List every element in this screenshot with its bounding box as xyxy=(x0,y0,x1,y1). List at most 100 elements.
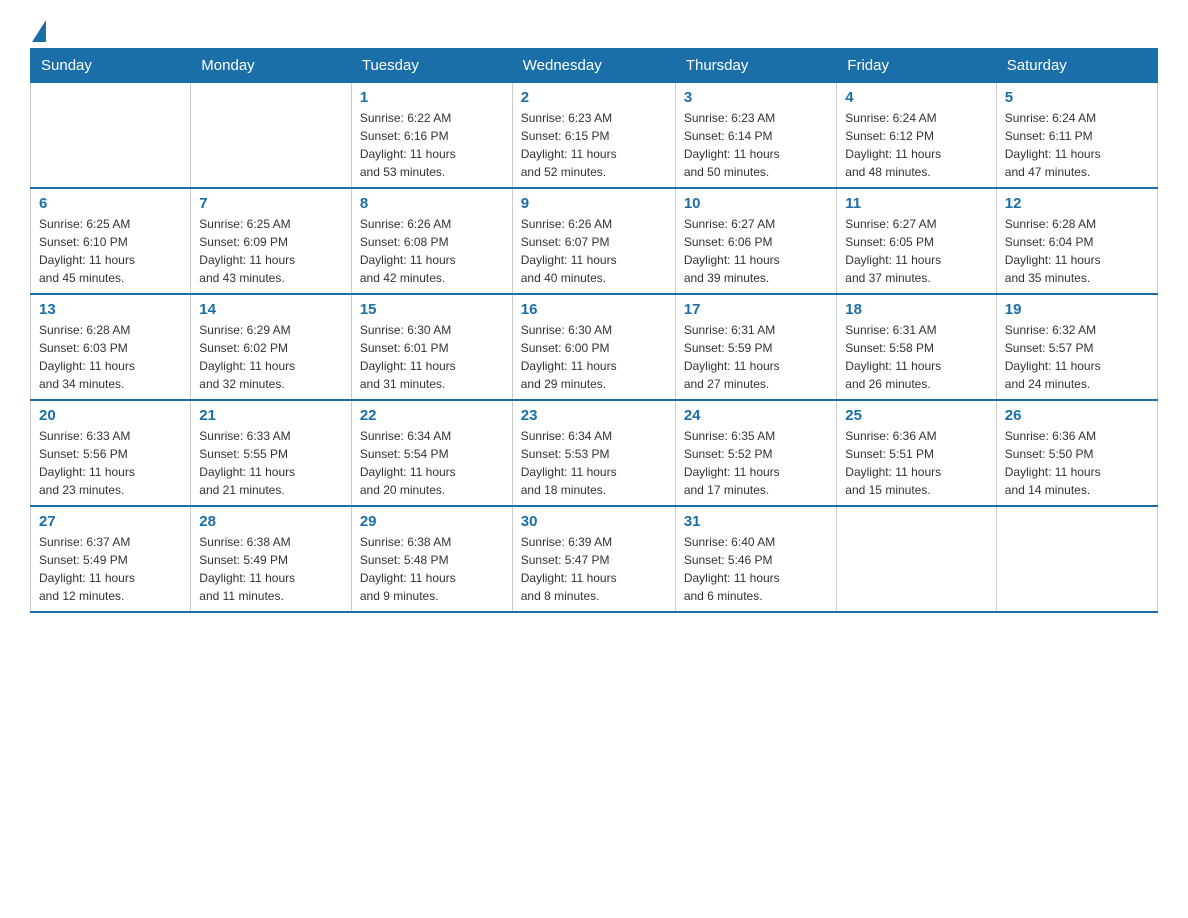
day-number: 3 xyxy=(684,89,828,106)
calendar-day-cell xyxy=(837,506,996,612)
day-number: 15 xyxy=(360,301,504,318)
day-info: Sunrise: 6:31 AMSunset: 5:58 PMDaylight:… xyxy=(845,321,987,393)
logo-triangle-icon xyxy=(32,20,46,42)
day-number: 14 xyxy=(199,301,343,318)
day-number: 11 xyxy=(845,195,987,212)
day-info: Sunrise: 6:39 AMSunset: 5:47 PMDaylight:… xyxy=(521,533,667,605)
calendar-day-cell: 28Sunrise: 6:38 AMSunset: 5:49 PMDayligh… xyxy=(191,506,352,612)
day-info: Sunrise: 6:40 AMSunset: 5:46 PMDaylight:… xyxy=(684,533,828,605)
calendar-day-cell: 5Sunrise: 6:24 AMSunset: 6:11 PMDaylight… xyxy=(996,83,1157,189)
calendar-week-row: 20 Sunrise: 6:33 AMSunset: 5:56 PMDayligh… xyxy=(31,400,1158,506)
calendar-day-cell: 7Sunrise: 6:25 AMSunset: 6:09 PMDaylight… xyxy=(191,188,352,294)
calendar-day-cell: 29 Sunrise: 6:38 AMSunset: 5:48 PMDayligh… xyxy=(351,506,512,612)
day-number: 18 xyxy=(845,301,987,318)
calendar-day-cell: 23 Sunrise: 6:34 AMSunset: 5:53 PMDayligh… xyxy=(512,400,675,506)
calendar-day-cell: 13Sunrise: 6:28 AMSunset: 6:03 PMDayligh… xyxy=(31,294,191,400)
calendar-day-cell: 19 Sunrise: 6:32 AMSunset: 5:57 PMDayligh… xyxy=(996,294,1157,400)
calendar-day-cell: 18 Sunrise: 6:31 AMSunset: 5:58 PMDayligh… xyxy=(837,294,996,400)
day-info: Sunrise: 6:25 AMSunset: 6:10 PMDaylight:… xyxy=(39,215,182,287)
day-info: Sunrise: 6:37 AMSunset: 5:49 PMDaylight:… xyxy=(39,533,182,605)
day-of-week-header: Tuesday xyxy=(351,49,512,83)
day-info: Sunrise: 6:30 AMSunset: 6:01 PMDaylight:… xyxy=(360,321,504,393)
calendar-week-row: 27 Sunrise: 6:37 AMSunset: 5:49 PMDayligh… xyxy=(31,506,1158,612)
day-info: Sunrise: 6:38 AMSunset: 5:48 PMDaylight:… xyxy=(360,533,504,605)
day-number: 26 xyxy=(1005,407,1149,424)
calendar-day-cell: 26 Sunrise: 6:36 AMSunset: 5:50 PMDayligh… xyxy=(996,400,1157,506)
day-info: Sunrise: 6:31 AMSunset: 5:59 PMDaylight:… xyxy=(684,321,828,393)
day-number: 31 xyxy=(684,513,828,530)
day-of-week-header: Friday xyxy=(837,49,996,83)
day-number: 17 xyxy=(684,301,828,318)
day-info: Sunrise: 6:38 AMSunset: 5:49 PMDaylight:… xyxy=(199,533,343,605)
calendar-day-cell: 30 Sunrise: 6:39 AMSunset: 5:47 PMDayligh… xyxy=(512,506,675,612)
day-info: Sunrise: 6:33 AMSunset: 5:55 PMDaylight:… xyxy=(199,427,343,499)
calendar-day-cell: 20 Sunrise: 6:33 AMSunset: 5:56 PMDayligh… xyxy=(31,400,191,506)
calendar-day-cell: 27 Sunrise: 6:37 AMSunset: 5:49 PMDayligh… xyxy=(31,506,191,612)
day-number: 21 xyxy=(199,407,343,424)
calendar-day-cell: 1 Sunrise: 6:22 AMSunset: 6:16 PMDaylight… xyxy=(351,83,512,189)
calendar-day-cell: 21 Sunrise: 6:33 AMSunset: 5:55 PMDayligh… xyxy=(191,400,352,506)
day-number: 16 xyxy=(521,301,667,318)
day-of-week-header: Wednesday xyxy=(512,49,675,83)
day-info: Sunrise: 6:23 AMSunset: 6:14 PMDaylight:… xyxy=(684,109,828,181)
calendar-day-cell: 17 Sunrise: 6:31 AMSunset: 5:59 PMDayligh… xyxy=(675,294,836,400)
calendar-day-cell: 24Sunrise: 6:35 AMSunset: 5:52 PMDayligh… xyxy=(675,400,836,506)
day-number: 5 xyxy=(1005,89,1149,106)
calendar-header-row: SundayMondayTuesdayWednesdayThursdayFrid… xyxy=(31,49,1158,83)
day-info: Sunrise: 6:22 AMSunset: 6:16 PMDaylight:… xyxy=(360,109,504,181)
day-of-week-header: Saturday xyxy=(996,49,1157,83)
calendar-day-cell: 25Sunrise: 6:36 AMSunset: 5:51 PMDayligh… xyxy=(837,400,996,506)
day-number: 19 xyxy=(1005,301,1149,318)
day-of-week-header: Thursday xyxy=(675,49,836,83)
day-number: 20 xyxy=(39,407,182,424)
calendar-day-cell: 4Sunrise: 6:24 AMSunset: 6:12 PMDaylight… xyxy=(837,83,996,189)
day-info: Sunrise: 6:25 AMSunset: 6:09 PMDaylight:… xyxy=(199,215,343,287)
day-info: Sunrise: 6:33 AMSunset: 5:56 PMDaylight:… xyxy=(39,427,182,499)
logo xyxy=(30,20,46,38)
calendar-day-cell: 15 Sunrise: 6:30 AMSunset: 6:01 PMDayligh… xyxy=(351,294,512,400)
day-number: 24 xyxy=(684,407,828,424)
day-number: 25 xyxy=(845,407,987,424)
day-number: 6 xyxy=(39,195,182,212)
calendar-day-cell xyxy=(31,83,191,189)
calendar-day-cell: 14 Sunrise: 6:29 AMSunset: 6:02 PMDayligh… xyxy=(191,294,352,400)
day-number: 22 xyxy=(360,407,504,424)
day-number: 9 xyxy=(521,195,667,212)
day-number: 2 xyxy=(521,89,667,106)
day-of-week-header: Monday xyxy=(191,49,352,83)
calendar-day-cell: 22Sunrise: 6:34 AMSunset: 5:54 PMDayligh… xyxy=(351,400,512,506)
day-info: Sunrise: 6:27 AMSunset: 6:06 PMDaylight:… xyxy=(684,215,828,287)
calendar-day-cell: 8 Sunrise: 6:26 AMSunset: 6:08 PMDaylight… xyxy=(351,188,512,294)
day-of-week-header: Sunday xyxy=(31,49,191,83)
day-info: Sunrise: 6:26 AMSunset: 6:07 PMDaylight:… xyxy=(521,215,667,287)
calendar-week-row: 1 Sunrise: 6:22 AMSunset: 6:16 PMDaylight… xyxy=(31,83,1158,189)
day-info: Sunrise: 6:24 AMSunset: 6:12 PMDaylight:… xyxy=(845,109,987,181)
page-header xyxy=(30,20,1158,38)
day-info: Sunrise: 6:32 AMSunset: 5:57 PMDaylight:… xyxy=(1005,321,1149,393)
day-info: Sunrise: 6:29 AMSunset: 6:02 PMDaylight:… xyxy=(199,321,343,393)
calendar-week-row: 6 Sunrise: 6:25 AMSunset: 6:10 PMDaylight… xyxy=(31,188,1158,294)
day-number: 23 xyxy=(521,407,667,424)
day-number: 12 xyxy=(1005,195,1149,212)
day-info: Sunrise: 6:36 AMSunset: 5:50 PMDaylight:… xyxy=(1005,427,1149,499)
day-number: 27 xyxy=(39,513,182,530)
day-number: 1 xyxy=(360,89,504,106)
calendar-day-cell: 31 Sunrise: 6:40 AMSunset: 5:46 PMDayligh… xyxy=(675,506,836,612)
calendar-table: SundayMondayTuesdayWednesdayThursdayFrid… xyxy=(30,48,1158,613)
day-number: 13 xyxy=(39,301,182,318)
day-info: Sunrise: 6:23 AMSunset: 6:15 PMDaylight:… xyxy=(521,109,667,181)
day-number: 29 xyxy=(360,513,504,530)
calendar-day-cell: 6 Sunrise: 6:25 AMSunset: 6:10 PMDaylight… xyxy=(31,188,191,294)
calendar-day-cell xyxy=(996,506,1157,612)
calendar-day-cell: 12 Sunrise: 6:28 AMSunset: 6:04 PMDayligh… xyxy=(996,188,1157,294)
day-info: Sunrise: 6:26 AMSunset: 6:08 PMDaylight:… xyxy=(360,215,504,287)
calendar-day-cell: 10Sunrise: 6:27 AMSunset: 6:06 PMDayligh… xyxy=(675,188,836,294)
day-number: 30 xyxy=(521,513,667,530)
calendar-week-row: 13Sunrise: 6:28 AMSunset: 6:03 PMDayligh… xyxy=(31,294,1158,400)
calendar-day-cell: 9 Sunrise: 6:26 AMSunset: 6:07 PMDaylight… xyxy=(512,188,675,294)
day-number: 8 xyxy=(360,195,504,212)
calendar-day-cell: 11Sunrise: 6:27 AMSunset: 6:05 PMDayligh… xyxy=(837,188,996,294)
day-info: Sunrise: 6:34 AMSunset: 5:53 PMDaylight:… xyxy=(521,427,667,499)
day-info: Sunrise: 6:30 AMSunset: 6:00 PMDaylight:… xyxy=(521,321,667,393)
day-info: Sunrise: 6:28 AMSunset: 6:04 PMDaylight:… xyxy=(1005,215,1149,287)
